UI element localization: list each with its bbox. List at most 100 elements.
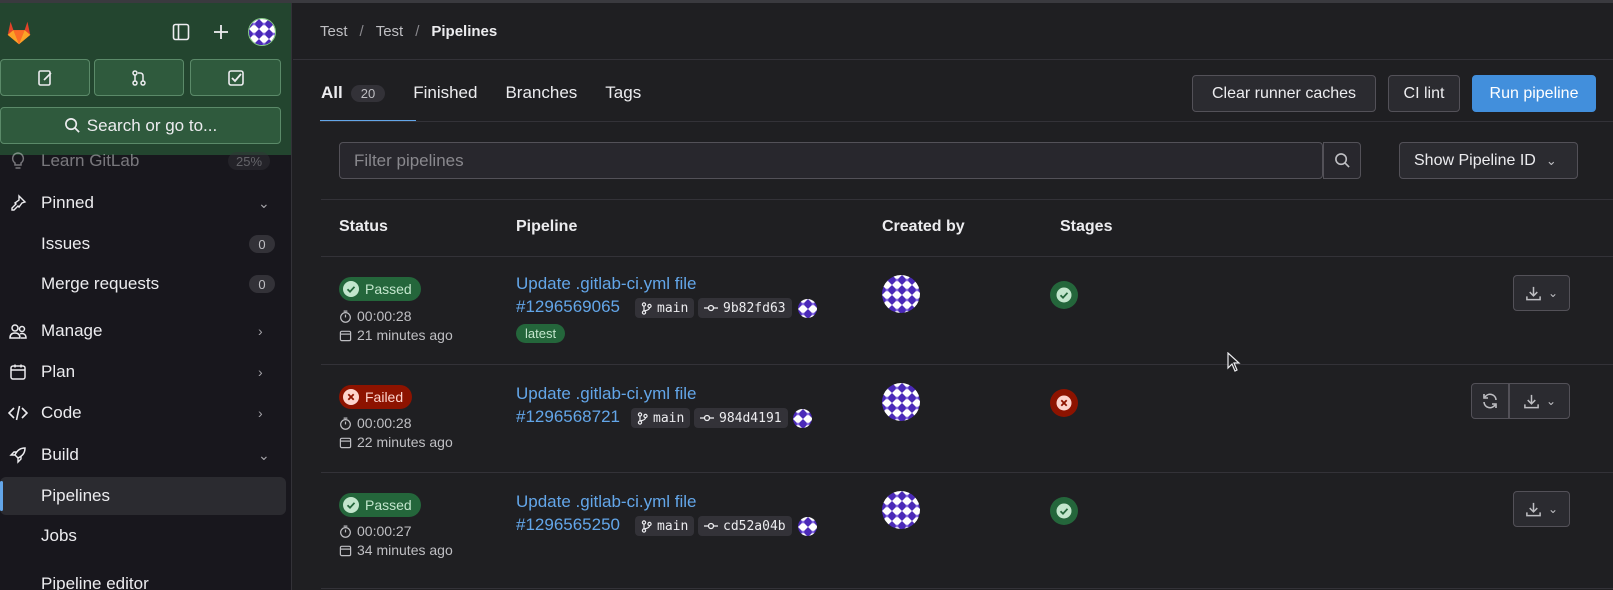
finished-time: 22 minutes ago: [339, 434, 453, 450]
sidebar-item-merge-requests[interactable]: Merge requests 0: [0, 265, 286, 303]
finished-time: 21 minutes ago: [339, 327, 453, 343]
duration-text: 00:00:27: [357, 523, 412, 539]
sidebar-item-build[interactable]: Build ⌄: [0, 436, 286, 474]
retry-icon: [1483, 393, 1497, 409]
timer-icon: [340, 525, 351, 538]
clear-runner-caches-button[interactable]: Clear runner caches: [1192, 75, 1376, 112]
sidebar-toggle-icon[interactable]: [170, 21, 192, 43]
search-button[interactable]: Search or go to...: [0, 107, 281, 144]
table-row: Failed 00:00:28 22 minutes ago Update .g…: [321, 364, 1613, 472]
finished-text: 22 minutes ago: [357, 434, 453, 450]
todos-shortcut-button[interactable]: [190, 59, 281, 96]
filter-pipelines-input[interactable]: Filter pipelines: [339, 142, 1323, 179]
commit-chip[interactable]: cd52a04b: [698, 516, 792, 536]
download-icon: [1526, 286, 1541, 300]
breadcrumb-current[interactable]: Pipelines: [431, 23, 497, 40]
pipeline-id-link[interactable]: #1296568721: [516, 407, 620, 427]
duration: 00:00:28: [339, 308, 412, 324]
issues-icon: [38, 69, 52, 86]
tab-branches[interactable]: Branches: [505, 83, 577, 103]
pipeline-commit-title-link[interactable]: Update .gitlab-ci.yml file: [516, 384, 696, 404]
breadcrumb-item[interactable]: Test: [320, 23, 348, 40]
sidebar-item-label: Jobs: [41, 526, 77, 545]
pipeline-id-link[interactable]: #1296569065: [516, 297, 620, 317]
tab-finished[interactable]: Finished: [413, 83, 477, 103]
commit-author-avatar[interactable]: [798, 517, 817, 536]
download-artifacts-dropdown[interactable]: ⌄: [1509, 383, 1570, 419]
branch-icon: [637, 411, 648, 425]
commit-chip[interactable]: 9b82fd63: [698, 298, 792, 318]
creator-avatar[interactable]: [882, 491, 920, 529]
create-new-icon[interactable]: [210, 21, 232, 43]
stage-failed-icon[interactable]: [1050, 389, 1078, 417]
calendar-icon: [8, 362, 28, 382]
commit-chip[interactable]: 984d4191: [694, 408, 788, 428]
timer-icon: [340, 310, 351, 323]
search-icon: [64, 118, 80, 133]
status-badge[interactable]: Failed: [339, 385, 413, 409]
branch-chip[interactable]: main: [635, 516, 695, 536]
tab-label: Branches: [505, 83, 578, 102]
merge-requests-shortcut-button[interactable]: [94, 59, 184, 96]
calendar-icon: [339, 545, 352, 556]
tab-all[interactable]: All 20: [321, 83, 386, 103]
pipeline-id-link[interactable]: #1296565250: [516, 515, 620, 535]
user-avatar[interactable]: [248, 18, 276, 46]
sidebar-section-pinned[interactable]: Pinned ⌄: [0, 184, 286, 222]
column-header-created-by: Created by: [882, 218, 965, 235]
branch-chip[interactable]: main: [631, 408, 691, 428]
download-artifacts-dropdown[interactable]: ⌄: [1513, 275, 1570, 311]
retry-pipeline-button[interactable]: [1471, 383, 1509, 419]
sidebar-item-pipelines[interactable]: Pipelines: [0, 477, 286, 515]
breadcrumb: Test / Test / Pipelines: [320, 23, 497, 40]
status-label: Passed: [365, 497, 412, 513]
sidebar-item-code[interactable]: Code ›: [0, 394, 286, 432]
creator-avatar[interactable]: [882, 275, 920, 313]
branch-chip[interactable]: main: [635, 298, 695, 318]
pin-icon: [8, 193, 28, 213]
commit-author-avatar[interactable]: [793, 409, 812, 428]
commit-icon: [704, 522, 718, 530]
show-pipeline-id-dropdown[interactable]: Show Pipeline ID ⌄: [1399, 142, 1578, 179]
creator-avatar[interactable]: [882, 383, 920, 421]
todo-check-icon: [227, 69, 244, 86]
pipeline-commit-title-link[interactable]: Update .gitlab-ci.yml file: [516, 492, 696, 512]
sidebar-item-manage[interactable]: Manage ›: [0, 312, 286, 350]
mouse-cursor-icon: [1227, 352, 1241, 372]
commit-sha: cd52a04b: [723, 518, 786, 534]
sidebar-item-pipeline-editor[interactable]: Pipeline editor: [0, 565, 286, 590]
chevron-down-icon: ⌄: [1545, 394, 1557, 408]
status-badge[interactable]: Passed: [339, 493, 421, 517]
filter-search-button[interactable]: [1323, 142, 1361, 179]
breadcrumb-item[interactable]: Test: [376, 23, 404, 40]
chevron-down-icon: ⌄: [1545, 152, 1557, 168]
pipeline-commit-title-link[interactable]: Update .gitlab-ci.yml file: [516, 274, 696, 294]
commit-icon: [704, 304, 718, 312]
rocket-icon: [8, 445, 28, 465]
tab-label: Finished: [413, 83, 478, 102]
run-pipeline-button[interactable]: Run pipeline: [1472, 75, 1596, 112]
sidebar-item-jobs[interactable]: Jobs: [0, 517, 286, 555]
status-badge[interactable]: Passed: [339, 277, 421, 301]
sidebar-item-plan[interactable]: Plan ›: [0, 353, 286, 391]
dropdown-label: Show Pipeline ID: [1414, 151, 1536, 169]
commit-author-avatar[interactable]: [798, 299, 817, 318]
sidebar-item-learn-gitlab[interactable]: Learn GitLab 25%: [0, 148, 286, 174]
stage-success-icon[interactable]: [1050, 497, 1078, 525]
issues-shortcut-button[interactable]: [0, 59, 90, 96]
sidebar-item-label: Code: [41, 403, 82, 422]
sidebar-item-label: Pipeline editor: [41, 574, 149, 590]
tab-tags[interactable]: Tags: [605, 83, 641, 103]
sidebar-item-label: Learn GitLab: [41, 151, 140, 170]
ci-lint-button[interactable]: CI lint: [1388, 75, 1460, 112]
sidebar-item-issues[interactable]: Issues 0: [0, 225, 286, 263]
download-artifacts-dropdown[interactable]: ⌄: [1513, 491, 1570, 527]
sidebar: Search or go to... Learn GitLab 25% Pinn…: [0, 3, 292, 590]
commit-sha: 984d4191: [719, 410, 782, 426]
timer-icon: [340, 417, 351, 430]
table-row: Passed 00:00:28 21 minutes ago Update .g…: [321, 256, 1613, 364]
chevron-down-icon: ⌄: [1547, 502, 1559, 516]
column-header-status: Status: [339, 218, 388, 235]
stage-success-icon[interactable]: [1050, 281, 1078, 309]
gitlab-logo-icon[interactable]: [4, 17, 34, 47]
